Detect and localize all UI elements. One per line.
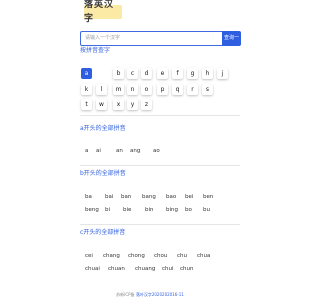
site-logo[interactable]: 落英汉字 (84, 0, 122, 24)
letter-l[interactable]: l (96, 84, 107, 95)
letter-n[interactable]: n (127, 84, 138, 95)
divider (80, 165, 240, 166)
pinyin-link[interactable]: bo (185, 206, 192, 214)
letter-x[interactable]: x (113, 99, 124, 110)
letter-f[interactable]: f (172, 68, 183, 79)
divider (80, 115, 240, 116)
letter-z[interactable]: z (141, 99, 152, 110)
pinyin-link[interactable]: chuai (85, 265, 100, 273)
pinyin-link[interactable]: chou (154, 252, 167, 260)
letter-d[interactable]: d (141, 68, 152, 79)
pinyin-link[interactable]: chu (177, 252, 187, 260)
pinyin-link[interactable]: chua (197, 252, 210, 260)
letter-p[interactable]: p (157, 84, 168, 95)
letter-q[interactable]: q (172, 84, 183, 95)
pinyin-link[interactable]: ao (153, 147, 160, 155)
pinyin-link[interactable]: beng (85, 206, 99, 214)
pinyin-link[interactable]: ai (96, 147, 101, 155)
letter-g[interactable]: g (187, 68, 198, 79)
letter-j[interactable]: j (217, 68, 228, 79)
divider (80, 224, 240, 225)
search-input[interactable]: 请输入一个汉字 (80, 31, 222, 46)
letter-w[interactable]: w (96, 99, 107, 110)
letter-h[interactable]: h (202, 68, 213, 79)
pinyin-link[interactable]: bie (123, 206, 131, 214)
footer: 苏新ICP备 落叶汉字2020202016-11 (0, 292, 300, 298)
pinyin-link[interactable]: cei (85, 252, 93, 260)
pinyin-link[interactable]: a (85, 147, 88, 155)
pinyin-link[interactable]: chui (162, 265, 174, 273)
letter-e[interactable]: e (157, 68, 168, 79)
pinyin-link[interactable]: bi (105, 206, 110, 214)
letter-a[interactable]: a (81, 68, 92, 79)
section-b-heading: b开头的全部拼音 (80, 170, 126, 177)
pinyin-link[interactable]: ang (130, 147, 140, 155)
letter-c[interactable]: c (127, 68, 138, 79)
pinyin-link[interactable]: bang (142, 193, 156, 201)
pinyin-link[interactable]: ben (203, 193, 213, 201)
letter-k[interactable]: k (81, 84, 92, 95)
letter-s[interactable]: s (202, 84, 213, 95)
pinyin-link[interactable]: bao (166, 193, 176, 201)
pinyin-link[interactable]: chuang (135, 265, 155, 273)
alphabet-heading: 按拼音查字 (80, 47, 111, 54)
section-c-heading: c开头的全部拼音 (80, 229, 126, 236)
letter-o[interactable]: o (141, 84, 152, 95)
search-button[interactable]: 查询一下 (222, 31, 241, 56)
pinyin-link[interactable]: ba (85, 193, 92, 201)
pinyin-link[interactable]: bu (203, 206, 210, 214)
letter-r[interactable]: r (187, 84, 198, 95)
pinyin-link[interactable]: bai (105, 193, 113, 201)
pinyin-link[interactable]: bei (185, 193, 193, 201)
letter-y[interactable]: y (127, 99, 138, 110)
letter-t[interactable]: t (81, 99, 92, 110)
footer-link[interactable]: 落叶汉字2020202016-11 (136, 292, 184, 297)
pinyin-link[interactable]: an (116, 147, 123, 155)
pinyin-link[interactable]: chang (103, 252, 120, 260)
pinyin-link[interactable]: chong (128, 252, 145, 260)
section-a-heading: a开头的全部拼音 (80, 125, 126, 132)
letter-b[interactable]: b (113, 68, 124, 79)
pinyin-link[interactable]: ban (121, 193, 131, 201)
footer-prefix: 苏新ICP备 (116, 292, 135, 297)
pinyin-link[interactable]: bing (166, 206, 178, 214)
pinyin-link[interactable]: chun (180, 265, 193, 273)
pinyin-link[interactable]: bin (145, 206, 154, 214)
pinyin-link[interactable]: chuan (108, 265, 125, 273)
letter-m[interactable]: m (113, 84, 124, 95)
